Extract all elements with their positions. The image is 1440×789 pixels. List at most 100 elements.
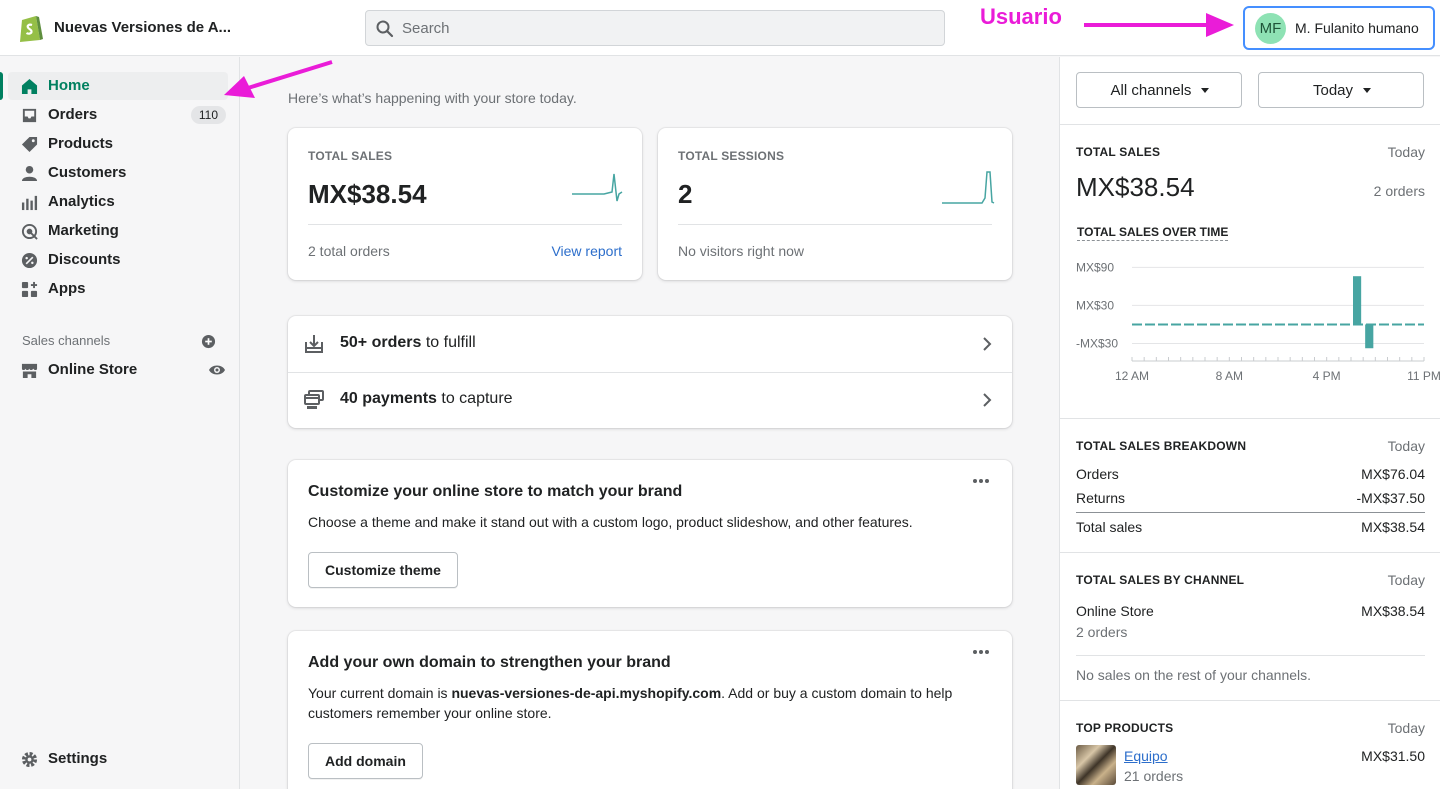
breakdown-total-row: Total sales MX$38.54 [1076, 519, 1425, 535]
sales-over-time-chart: MX$90 MX$30 -MX$30 12 AM 8 AM 4 PM 11 PM [1076, 260, 1440, 383]
sales-by-channel-section: TOTAL SALES BY CHANNEL Today Online Stor… [1060, 552, 1440, 700]
apps-icon [21, 281, 38, 298]
section-title: TOP PRODUCTS [1076, 721, 1174, 735]
store-icon [21, 363, 38, 379]
tasks-card: 50+ orders to fulfill 40 payments to cap… [288, 316, 1012, 428]
sidebar-item-apps[interactable]: Apps [8, 275, 228, 303]
section-title: TOTAL SALES BY CHANNEL [1076, 573, 1245, 587]
orders-to-fulfill-row[interactable]: 50+ orders to fulfill [288, 316, 1012, 373]
search-input[interactable] [402, 11, 932, 45]
home-icon [21, 78, 38, 95]
sidebar-item-orders[interactable]: Orders 110 [8, 101, 228, 129]
product-link[interactable]: Equipo [1124, 748, 1168, 764]
sidebar-item-home[interactable]: Home [0, 72, 228, 100]
sales-channels-heading: Sales channels [22, 333, 111, 348]
avatar: MF [1255, 13, 1286, 44]
user-menu-button[interactable]: MF M. Fulanito humano [1243, 6, 1435, 50]
total-sales-card: TOTAL SALES MX$38.54 2 total orders View… [288, 128, 642, 280]
add-domain-card: Add your own domain to strengthen your b… [288, 631, 1012, 789]
sidebar-item-label: Marketing [48, 222, 119, 239]
sidebar-item-label: Home [48, 77, 90, 94]
section-period: Today [1387, 572, 1425, 588]
divider [308, 224, 622, 225]
total-sales-orders: 2 orders [1373, 183, 1425, 199]
payments-to-capture-row[interactable]: 40 payments to capture [288, 372, 1012, 428]
sidebar-item-online-store[interactable]: Online Store [8, 356, 228, 384]
sidebar-item-label: Analytics [48, 193, 115, 210]
sales-sparkline [572, 173, 623, 202]
kpi-footer: No visitors right now [678, 243, 805, 259]
orders-icon [22, 108, 37, 123]
caret-down-icon [1201, 88, 1209, 93]
page-subtitle: Here’s what’s happening with your store … [288, 90, 577, 106]
total-sales-section: TOTAL SALES Today MX$38.54 2 orders TOTA… [1060, 124, 1440, 418]
sidebar: Home Orders 110 Products Customers Analy… [0, 57, 240, 789]
kpi-value: 2 [678, 179, 693, 209]
more-actions-icon[interactable] [972, 478, 990, 484]
channel-row: Online Store MX$38.54 [1076, 603, 1425, 619]
y-tick-label: -MX$30 [1076, 336, 1118, 350]
discount-icon [21, 252, 38, 269]
total-sessions-card: TOTAL SESSIONS 2 No visitors right now [658, 128, 1012, 280]
payment-icon [304, 390, 324, 409]
tag-icon [21, 136, 38, 153]
breakdown-row: Orders MX$76.04 [1076, 466, 1425, 482]
x-tick-label: 11 PM [1407, 369, 1440, 383]
sidebar-item-marketing[interactable]: Marketing [8, 217, 228, 245]
add-channel-icon[interactable] [201, 334, 216, 349]
shopify-logo-icon[interactable] [18, 13, 44, 43]
sidebar-item-settings[interactable]: Settings [8, 745, 228, 773]
sidebar-item-discounts[interactable]: Discounts [8, 246, 228, 274]
sidebar-item-customers[interactable]: Customers [8, 159, 228, 187]
section-period: Today [1387, 144, 1425, 160]
more-actions-icon[interactable] [972, 649, 990, 655]
view-report-link[interactable]: View report [551, 243, 622, 259]
chart-title: TOTAL SALES OVER TIME [1077, 225, 1229, 241]
search-bar[interactable] [365, 10, 945, 46]
person-icon [21, 165, 38, 182]
annotation-label: Usuario [980, 4, 1062, 29]
caret-down-icon [1363, 88, 1371, 93]
task-text: 50+ orders to fulfill [340, 334, 476, 351]
x-tick-label: 4 PM [1313, 369, 1341, 383]
download-icon [305, 335, 323, 353]
chevron-right-icon [983, 337, 992, 351]
product-thumbnail[interactable] [1076, 745, 1116, 785]
add-domain-button[interactable]: Add domain [308, 743, 423, 779]
total-sales-value: MX$38.54 [1076, 172, 1195, 202]
chart-bar [1353, 276, 1362, 325]
x-tick-label: 12 AM [1115, 369, 1149, 383]
sidebar-item-label: Apps [48, 280, 86, 297]
top-bar: Nuevas Versiones de A... Usuario MF M. F… [0, 0, 1440, 56]
kpi-title: TOTAL SESSIONS [678, 149, 785, 163]
channel-orders: 2 orders [1076, 624, 1128, 640]
sidebar-item-label: Products [48, 135, 114, 152]
y-tick-label: MX$30 [1076, 298, 1114, 312]
top-products-section: TOP PRODUCTS Today Equipo MX$31.50 21 or… [1060, 700, 1440, 789]
bar-chart-icon [21, 195, 38, 211]
section-title: TOTAL SALES BREAKDOWN [1076, 439, 1247, 453]
channel-note: No sales on the rest of your channels. [1076, 667, 1312, 683]
date-filter-select[interactable]: Today [1258, 72, 1424, 108]
sidebar-item-label: Customers [48, 164, 127, 181]
task-text: 40 payments to capture [340, 390, 513, 407]
store-name[interactable]: Nuevas Versiones de A... [54, 19, 231, 36]
breakdown-row: Returns -MX$37.50 [1076, 490, 1425, 506]
card-title: Customize your online store to match you… [308, 483, 683, 500]
x-tick-label: 8 AM [1216, 369, 1243, 383]
section-period: Today [1387, 720, 1425, 736]
eye-icon[interactable] [208, 362, 226, 378]
kpi-title: TOTAL SALES [308, 149, 393, 163]
section-period: Today [1387, 438, 1425, 454]
y-tick-label: MX$90 [1076, 260, 1114, 274]
card-description: Choose a theme and make it stand out wit… [308, 514, 913, 530]
kpi-footer: 2 total orders [308, 243, 390, 259]
sidebar-item-label: Online Store [48, 361, 138, 378]
sessions-sparkline [942, 171, 995, 204]
customize-store-card: Customize your online store to match you… [288, 460, 1012, 607]
sidebar-item-products[interactable]: Products [8, 130, 228, 158]
sidebar-item-analytics[interactable]: Analytics [8, 188, 228, 216]
orders-count-badge: 110 [190, 106, 226, 124]
customize-theme-button[interactable]: Customize theme [308, 552, 458, 588]
channel-filter-select[interactable]: All channels [1076, 72, 1242, 108]
